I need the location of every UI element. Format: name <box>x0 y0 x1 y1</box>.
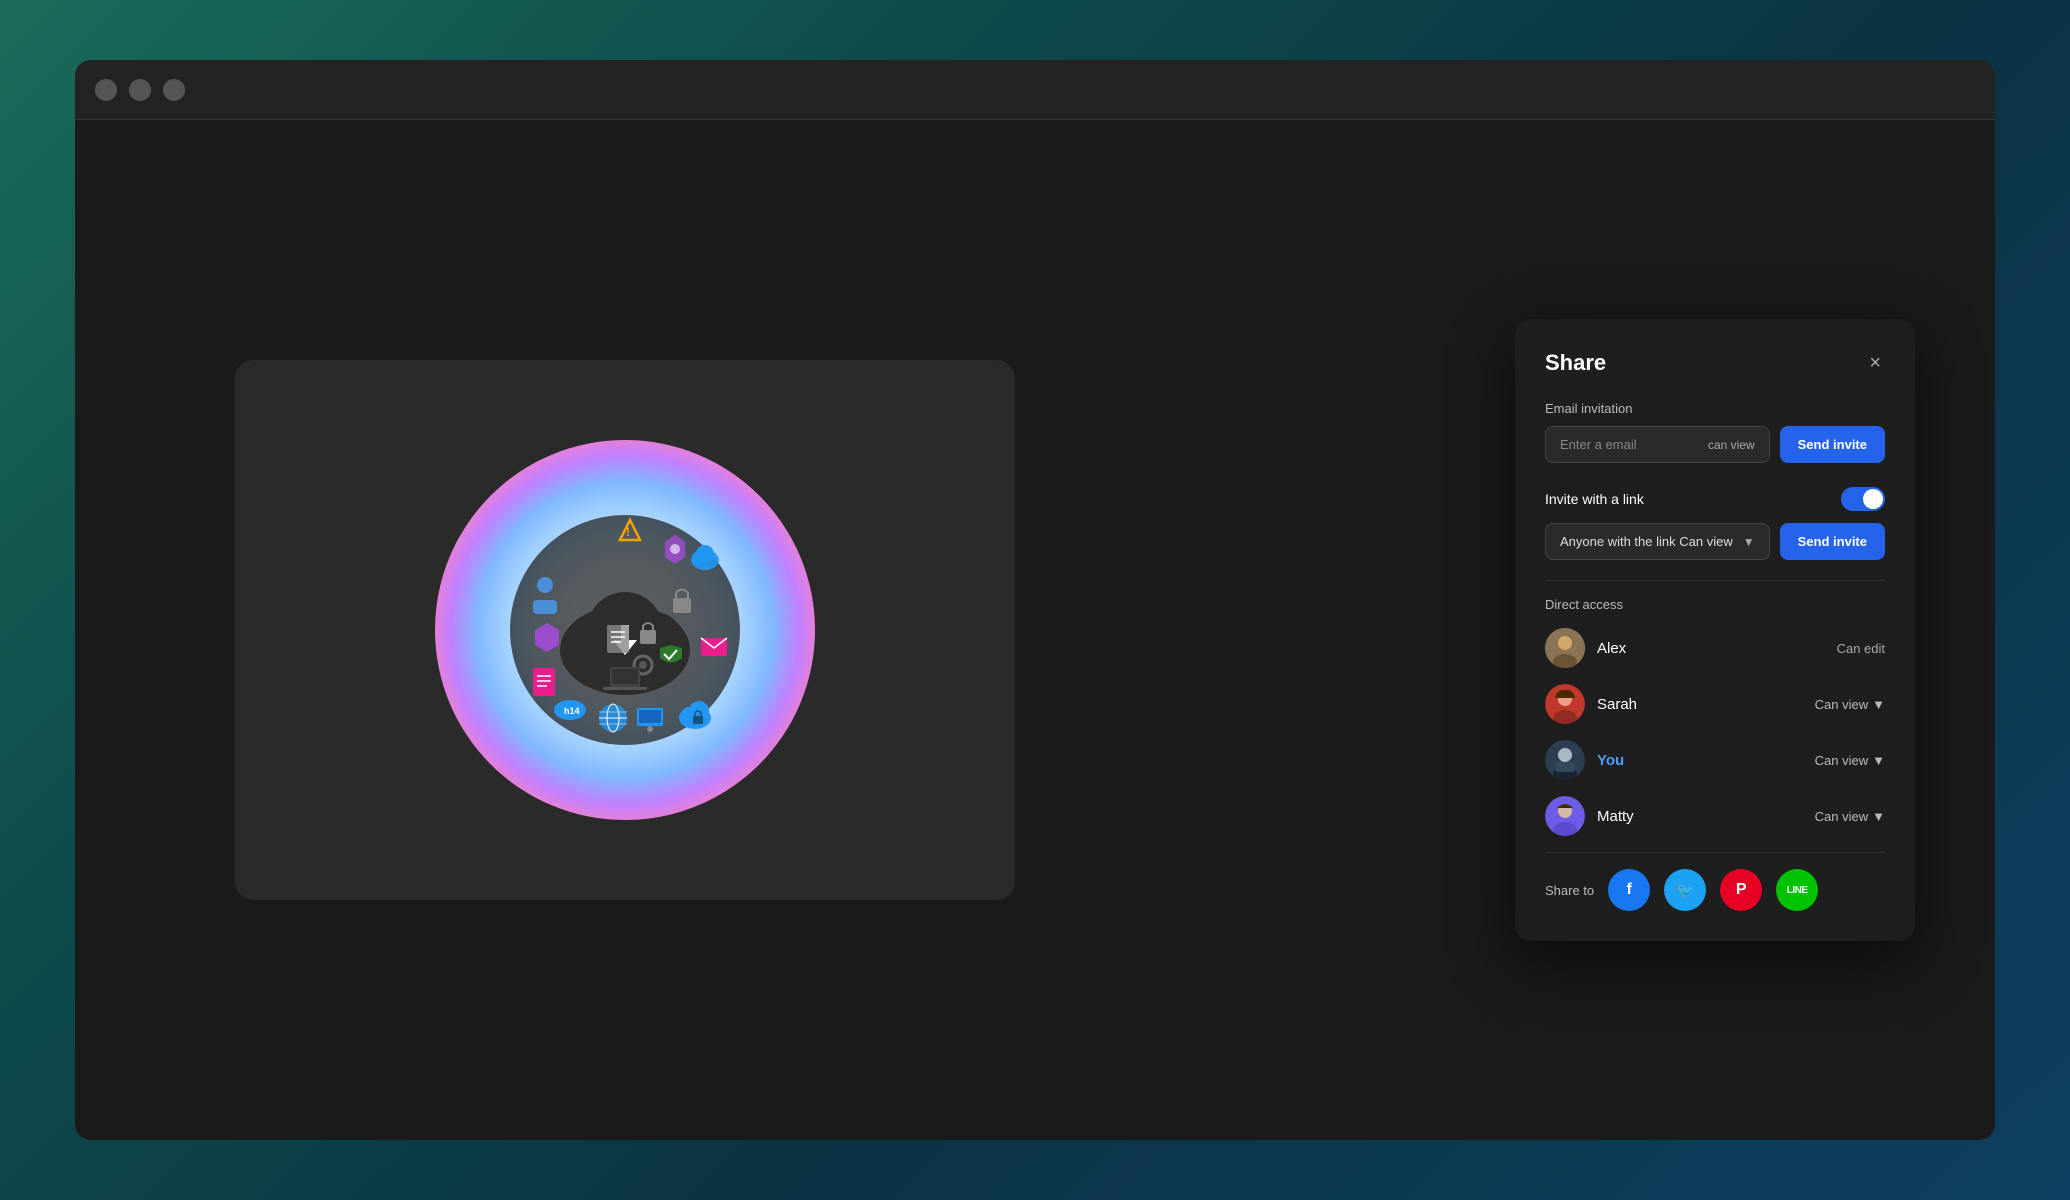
avatar-you <box>1545 740 1585 780</box>
matty-avatar-svg <box>1545 796 1585 836</box>
line-share-button[interactable]: LINE <box>1776 869 1818 911</box>
orb: ! <box>435 440 815 820</box>
email-send-invite-button[interactable]: Send invite <box>1780 426 1885 463</box>
cloud-illustration: ! <box>425 430 825 830</box>
pinterest-share-button[interactable]: P <box>1720 869 1762 911</box>
divider-2 <box>1545 852 1885 853</box>
svg-text:!: ! <box>626 525 630 539</box>
invite-link-label: Invite with a link <box>1545 491 1644 507</box>
svg-text:h14: h14 <box>564 706 580 716</box>
alex-avatar-svg <box>1545 628 1585 668</box>
sarah-avatar-svg <box>1545 684 1585 724</box>
avatar-sarah <box>1545 684 1585 724</box>
user-name-alex: Alex <box>1597 640 1825 657</box>
divider-1 <box>1545 580 1885 581</box>
link-send-invite-button[interactable]: Send invite <box>1780 523 1885 560</box>
panel-header: Share × <box>1545 349 1885 377</box>
toggle-thumb <box>1863 489 1883 509</box>
titlebar <box>75 60 1995 120</box>
user-name-sarah: Sarah <box>1597 696 1803 713</box>
user-row-sarah: Sarah Can view ▼ <box>1545 684 1885 724</box>
image-area: ! <box>235 360 1015 900</box>
cloud-svg: ! <box>485 490 765 770</box>
pinterest-icon: P <box>1736 881 1747 899</box>
chevron-down-icon: ▼ <box>1872 697 1885 712</box>
chevron-down-icon: ▼ <box>1743 535 1755 549</box>
user-row-you: You Can view ▼ <box>1545 740 1885 780</box>
facebook-icon: f <box>1626 881 1631 899</box>
panel-title: Share <box>1545 350 1606 376</box>
user-row-alex: Alex Can edit <box>1545 628 1885 668</box>
email-row: Enter a email can view Send invite <box>1545 426 1885 463</box>
invite-link-row: Invite with a link <box>1545 487 1885 511</box>
link-select-text: Anyone with the link Can view <box>1560 534 1733 549</box>
user-name-matty: Matty <box>1597 808 1803 825</box>
close-button[interactable]: × <box>1865 349 1885 377</box>
email-input-field[interactable]: Enter a email can view <box>1545 426 1770 463</box>
invite-link-toggle[interactable] <box>1841 487 1885 511</box>
window-content: ! <box>75 120 1995 1140</box>
email-can-view: can view <box>1708 438 1755 452</box>
maximize-traffic-light[interactable] <box>163 79 185 101</box>
direct-access-label: Direct access <box>1545 597 1885 612</box>
alex-permission: Can edit <box>1837 641 1885 656</box>
email-section-label: Email invitation <box>1545 401 1885 416</box>
sarah-permission[interactable]: Can view ▼ <box>1815 697 1885 712</box>
minimize-traffic-light[interactable] <box>129 79 151 101</box>
app-window: ! <box>75 60 1995 1140</box>
matty-permission[interactable]: Can view ▼ <box>1815 809 1885 824</box>
avatar-alex <box>1545 628 1585 668</box>
link-permission-select[interactable]: Anyone with the link Can view ▼ <box>1545 523 1770 560</box>
user-row-matty: Matty Can view ▼ <box>1545 796 1885 836</box>
share-to-label: Share to <box>1545 883 1594 898</box>
twitter-icon: 🐦 <box>1676 882 1693 899</box>
twitter-share-button[interactable]: 🐦 <box>1664 869 1706 911</box>
you-permission[interactable]: Can view ▼ <box>1815 753 1885 768</box>
chevron-down-icon: ▼ <box>1872 753 1885 768</box>
chevron-down-icon: ▼ <box>1872 809 1885 824</box>
share-to-row: Share to f 🐦 P LINE <box>1545 869 1885 911</box>
share-panel: Share × Email invitation Enter a email c… <box>1515 319 1915 941</box>
avatar-matty <box>1545 796 1585 836</box>
user-name-you: You <box>1597 752 1803 769</box>
link-row: Anyone with the link Can view ▼ Send inv… <box>1545 523 1885 560</box>
email-placeholder: Enter a email <box>1560 437 1637 452</box>
line-icon: LINE <box>1787 885 1808 896</box>
facebook-share-button[interactable]: f <box>1608 869 1650 911</box>
close-traffic-light[interactable] <box>95 79 117 101</box>
you-avatar-svg <box>1545 740 1585 780</box>
